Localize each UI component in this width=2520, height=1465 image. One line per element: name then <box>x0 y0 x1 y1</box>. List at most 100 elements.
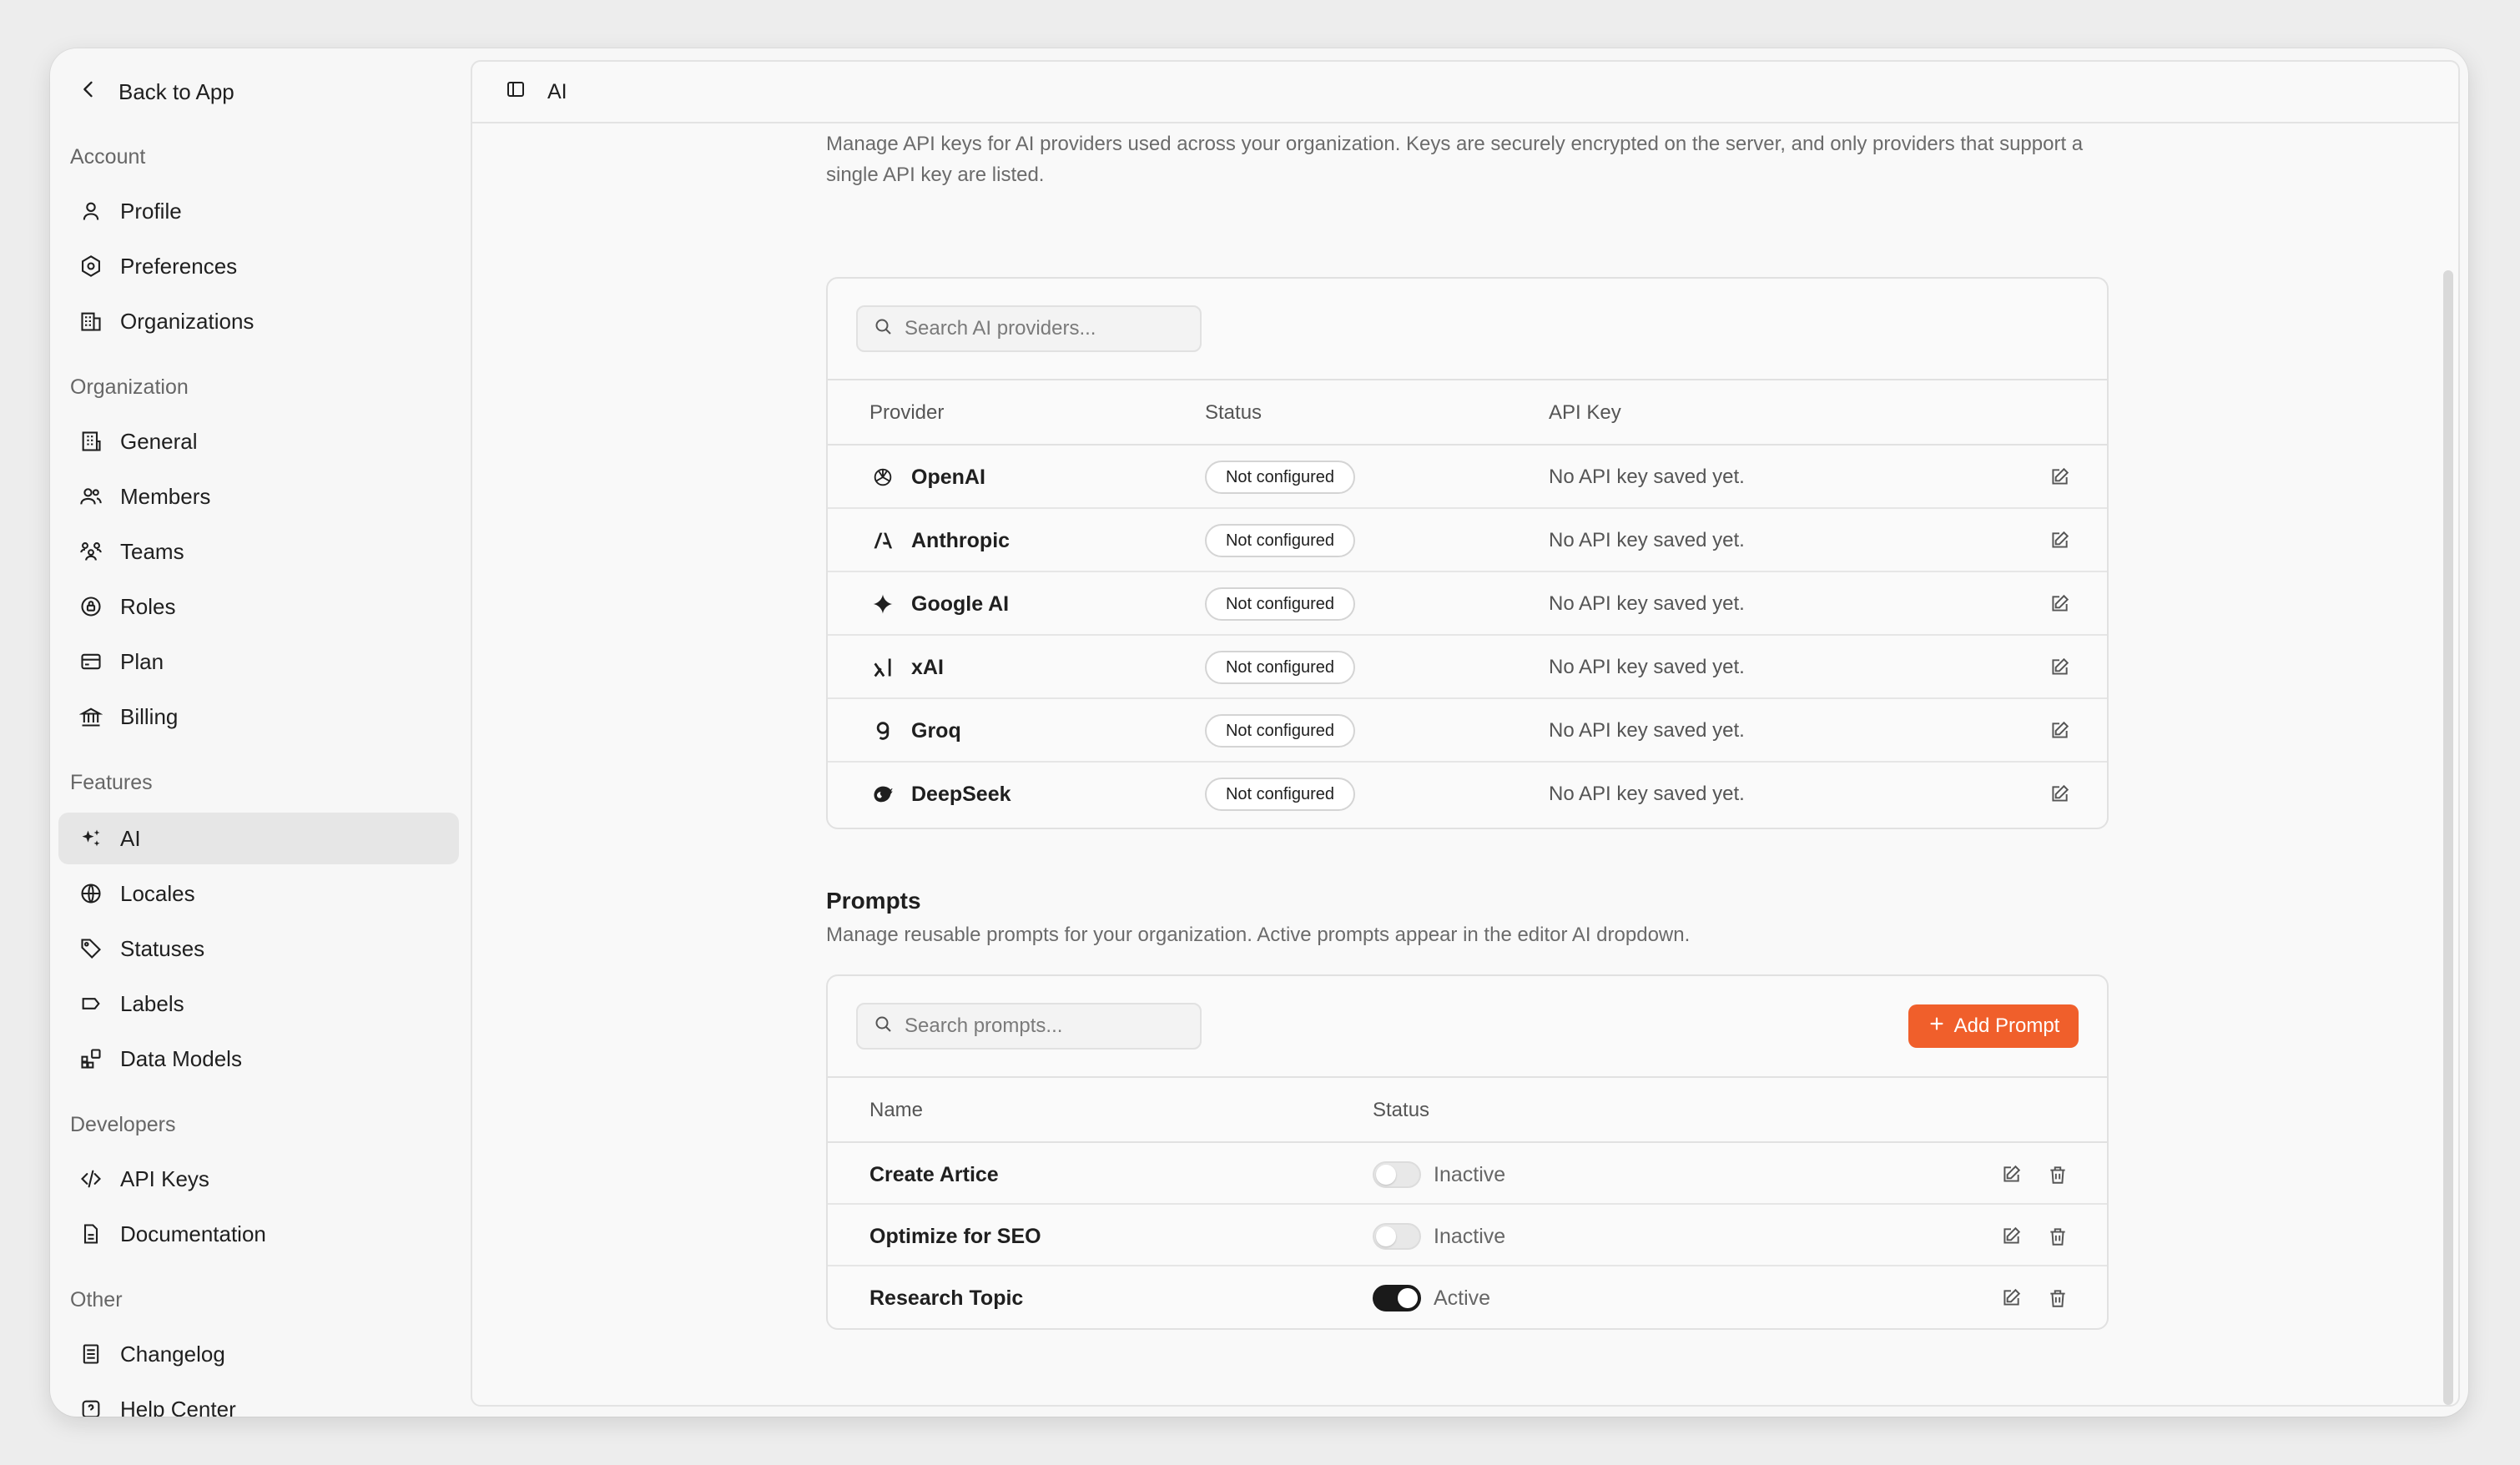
sidebar-item-general[interactable]: General <box>58 415 459 467</box>
sidebar-item-label: Profile <box>120 198 182 224</box>
sidebar-item-data-models[interactable]: Data Models <box>58 1033 459 1085</box>
section-title-developers: Developers <box>70 1113 176 1136</box>
google-ai-icon <box>869 591 896 617</box>
tag-icon <box>78 936 103 961</box>
prompt-active-toggle[interactable] <box>1373 1285 1421 1311</box>
edit-icon[interactable] <box>1998 1285 2024 1311</box>
provider-cell: Anthropic <box>869 509 1010 572</box>
sidebar-item-label: Locales <box>120 880 195 906</box>
table-row: Anthropic Not configured No API key save… <box>828 509 2107 572</box>
sidebar-item-statuses[interactable]: Statuses <box>58 923 459 974</box>
page-title: AI <box>547 79 567 103</box>
edit-icon[interactable] <box>2046 591 2073 617</box>
provider-name: xAI <box>911 655 944 679</box>
sidebar-item-help-center[interactable]: Help Center <box>58 1383 459 1417</box>
section-title-organization: Organization <box>70 375 189 399</box>
providers-search-input[interactable] <box>905 317 1188 340</box>
prompt-status: Inactive <box>1434 1225 1506 1248</box>
sidebar-item-label: API Keys <box>120 1165 209 1191</box>
topbar: AI <box>472 62 2458 123</box>
column-header-status: Status <box>1205 401 1263 424</box>
status-badge: Not configured <box>1205 587 1355 621</box>
toggle-knob <box>1398 1288 1418 1308</box>
edit-icon[interactable] <box>2046 654 2073 681</box>
sidebar-item-billing[interactable]: Billing <box>58 691 459 743</box>
credit-card-icon <box>78 649 103 674</box>
provider-cell: Google AI <box>869 572 1009 636</box>
sidebar-item-label: Statuses <box>120 935 205 961</box>
hexagon-settings-icon <box>78 254 103 279</box>
prompts-search-input[interactable] <box>905 1014 1188 1038</box>
trash-icon[interactable] <box>2044 1161 2071 1188</box>
section-title-features: Features <box>70 771 153 794</box>
trash-icon[interactable] <box>2044 1285 2071 1311</box>
blocks-icon <box>78 1046 103 1071</box>
groq-icon <box>869 717 896 744</box>
column-header-status: Status <box>1373 1099 1430 1121</box>
sidebar-item-members[interactable]: Members <box>58 471 459 522</box>
status-badge: Not configured <box>1205 714 1355 748</box>
edit-icon[interactable] <box>1998 1223 2024 1250</box>
api-key-text: No API key saved yet. <box>1549 466 1745 488</box>
edit-icon[interactable] <box>2046 781 2073 808</box>
add-prompt-button[interactable]: Add Prompt <box>1908 1004 2079 1048</box>
section-title-other: Other <box>70 1288 123 1311</box>
edit-icon[interactable] <box>2046 527 2073 554</box>
search-icon <box>873 316 893 342</box>
office-icon <box>78 429 103 454</box>
ai-settings-content: Manage API keys for AI providers used ac… <box>826 128 2111 1330</box>
provider-cell: DeepSeek <box>869 763 1011 826</box>
prompt-active-toggle[interactable] <box>1373 1161 1421 1188</box>
edit-icon[interactable] <box>2046 717 2073 744</box>
sidebar-item-preferences[interactable]: Preferences <box>58 240 459 292</box>
sidebar-item-labels[interactable]: Labels <box>58 978 459 1030</box>
sidebar-item-locales[interactable]: Locales <box>58 868 459 919</box>
sidebar-item-teams[interactable]: Teams <box>58 526 459 577</box>
sidebar-item-api-keys[interactable]: API Keys <box>58 1153 459 1205</box>
sparkles-icon <box>78 826 103 851</box>
back-to-app-label: Back to App <box>118 78 234 104</box>
sidebar-item-changelog[interactable]: Changelog <box>58 1328 459 1380</box>
trash-icon[interactable] <box>2044 1223 2071 1250</box>
sidebar-item-organizations[interactable]: Organizations <box>58 295 459 347</box>
sidebar-item-label: Roles <box>120 593 176 619</box>
table-row: DeepSeek Not configured No API key saved… <box>828 763 2107 826</box>
prompt-active-toggle[interactable] <box>1373 1223 1421 1250</box>
prompt-name: Research Topic <box>869 1286 1024 1310</box>
providers-search[interactable] <box>856 305 1202 352</box>
sidebar-toggle-icon[interactable] <box>506 79 526 105</box>
prompt-name: Create Artice <box>869 1163 999 1186</box>
bank-icon <box>78 704 103 729</box>
add-prompt-label: Add Prompt <box>1953 1014 2060 1037</box>
sidebar-item-plan[interactable]: Plan <box>58 636 459 687</box>
settings-sidebar: Back to App Account Profile Preferences … <box>50 48 471 1417</box>
sidebar-item-ai[interactable]: AI <box>58 813 459 864</box>
anthropic-icon <box>869 527 896 554</box>
back-to-app-link[interactable]: Back to App <box>72 68 439 115</box>
prompt-status: Active <box>1434 1286 1491 1310</box>
edit-icon[interactable] <box>2046 464 2073 491</box>
prompt-status: Inactive <box>1434 1163 1506 1186</box>
api-key-text: No API key saved yet. <box>1549 529 1745 551</box>
api-key-text: No API key saved yet. <box>1549 656 1745 678</box>
sidebar-item-roles[interactable]: Roles <box>58 581 459 632</box>
edit-icon[interactable] <box>1998 1161 2024 1188</box>
lock-badge-icon <box>78 594 103 619</box>
sidebar-item-label: Teams <box>120 538 184 564</box>
user-icon <box>78 199 103 224</box>
provider-name: DeepSeek <box>911 782 1011 806</box>
team-icon <box>78 539 103 564</box>
sidebar-item-label: General <box>120 428 198 454</box>
table-row: OpenAI Not configured No API key saved y… <box>828 446 2107 509</box>
sidebar-item-label: Members <box>120 483 211 509</box>
column-header-name: Name <box>869 1099 924 1121</box>
providers-card: Provider Status API Key OpenAI Not confi… <box>826 277 2109 829</box>
building-icon <box>78 309 103 334</box>
provider-name: Google AI <box>911 592 1010 616</box>
prompts-search[interactable] <box>856 1003 1202 1050</box>
table-row: xAI Not configured No API key saved yet. <box>828 636 2107 699</box>
sidebar-item-profile[interactable]: Profile <box>58 185 459 237</box>
scrollbar[interactable] <box>2443 270 2453 1405</box>
prompts-description: Manage reusable prompts for your organiz… <box>826 924 1691 946</box>
sidebar-item-documentation[interactable]: Documentation <box>58 1208 459 1260</box>
